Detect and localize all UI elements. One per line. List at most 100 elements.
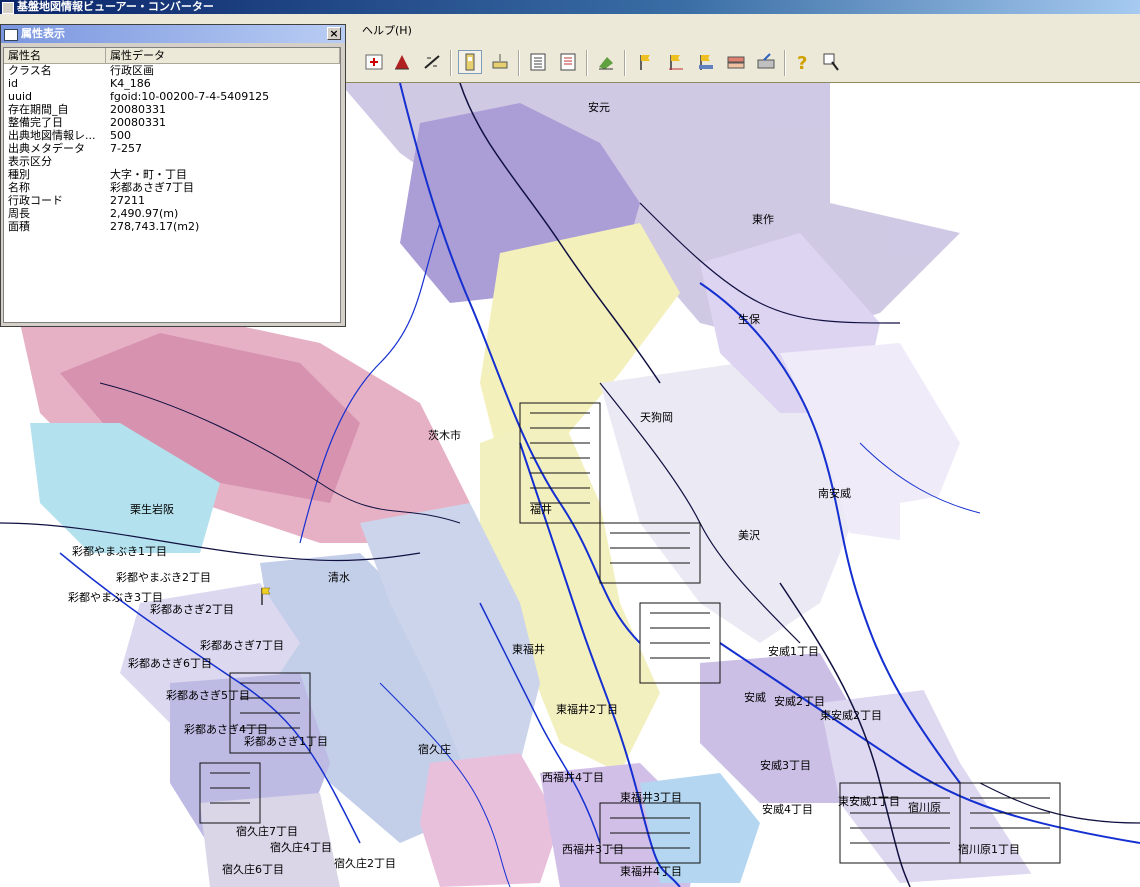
attribute-value: 278,743.17(m2) [110, 220, 200, 233]
map-label: 彩都あさぎ2丁目 [150, 602, 234, 616]
attribute-name: 出典地図情報レ... [8, 129, 96, 142]
map-label: 安威4丁目 [762, 802, 813, 816]
attribute-value: 彩都あさぎ7丁目 [110, 181, 194, 194]
table-row[interactable]: 出典メタデータ 7-257 [4, 142, 340, 155]
map-label: 宿川原 [908, 800, 941, 814]
map-label: 彩都あさぎ7丁目 [200, 638, 284, 652]
attribute-value: K4_186 [110, 77, 151, 90]
map-label: 安元 [588, 100, 610, 114]
menu-help[interactable]: ヘルプ(H) [362, 22, 412, 38]
table-row[interactable]: uuid fgoid:10-00200-7-4-5409125 [4, 90, 340, 103]
table-row[interactable]: クラス名 行政区画 [4, 64, 340, 77]
table-row[interactable]: 行政コード 27211 [4, 194, 340, 207]
attribute-list-header: 属性名 属性データ [4, 48, 340, 64]
map-label: 東福井3丁目 [620, 790, 682, 804]
attribute-value: 7-257 [110, 142, 142, 155]
attribute-name: 出典メタデータ [8, 142, 85, 155]
select-icon[interactable] [362, 50, 386, 74]
attribute-name: id [8, 77, 19, 90]
map-label: 西福井4丁目 [542, 770, 604, 784]
table-row[interactable]: 出典地図情報レ... 500 [4, 129, 340, 142]
table-row[interactable]: 面積 278,743.17(m2) [4, 220, 340, 233]
zoom-box-icon[interactable] [488, 50, 512, 74]
attribute-value: 2,490.97(m) [110, 207, 179, 220]
map-label: 天狗岡 [640, 411, 673, 424]
map-label: 宿川原1丁目 [958, 842, 1020, 856]
map-label: 宿久庄4丁目 [270, 840, 332, 854]
flag-move-icon[interactable] [694, 50, 718, 74]
attribute-panel: 属性表示 × 属性名 属性データ クラス名 行政区画 id K4_186 uuid f… [0, 24, 346, 327]
attribute-value: fgoid:10-00200-7-4-5409125 [110, 90, 270, 103]
map-label: 安威 [744, 690, 766, 704]
add-layer-icon[interactable] [390, 50, 414, 74]
attribute-panel-title: 属性表示 [21, 27, 65, 40]
window-title: 基盤地図情報ビューアー・コンバーター [17, 0, 214, 13]
toolbar-separator [784, 50, 786, 76]
layer-icon[interactable] [724, 50, 748, 74]
svg-text:?: ? [797, 53, 807, 72]
measure-icon[interactable] [420, 50, 444, 74]
map-label: 東安威1丁目 [838, 794, 900, 808]
attribute-value [106, 155, 340, 168]
map-label: 福井 [530, 502, 552, 516]
map-label: 彩都やまぶき2丁目 [116, 571, 211, 584]
attribute-value: 20080331 [110, 116, 166, 129]
table-icon[interactable] [556, 50, 580, 74]
list-icon[interactable] [526, 50, 550, 74]
map-label: 清水 [328, 571, 350, 584]
table-row[interactable]: 種別 大字・町・丁目 [4, 168, 340, 181]
flag-icon[interactable] [634, 50, 658, 74]
attribute-name: 面積 [8, 220, 30, 233]
column-header-name[interactable]: 属性名 [4, 48, 106, 63]
map-label: 東福井 [512, 642, 545, 656]
attribute-value: 行政区画 [110, 64, 154, 77]
map-label: 安威1丁目 [768, 644, 819, 658]
attribute-panel-title-bar[interactable]: 属性表示 × [1, 25, 345, 43]
pan-icon[interactable] [458, 50, 482, 74]
attribute-value: 500 [110, 129, 131, 142]
attribute-list[interactable]: 属性名 属性データ クラス名 行政区画 id K4_186 uuid fgoid:10… [3, 47, 341, 323]
attribute-name: 存在期間_自 [8, 103, 69, 116]
close-button[interactable]: × [327, 27, 341, 40]
attribute-name: 名称 [8, 181, 30, 194]
map-label: 東安威2丁目 [820, 708, 882, 722]
table-row[interactable]: 表示区分 [4, 155, 340, 168]
attribute-name: クラス名 [8, 64, 52, 77]
attribute-name: uuid [8, 90, 32, 103]
attribute-value: 27211 [110, 194, 145, 207]
pointer-help-icon[interactable] [820, 50, 844, 74]
toolbar-separator [518, 50, 520, 76]
table-row[interactable]: 存在期間_自 20080331 [4, 103, 340, 116]
map-label: 安威2丁目 [774, 694, 825, 708]
attribute-name: 行政コード [8, 194, 63, 207]
map-label: 宿久庄6丁目 [222, 862, 284, 876]
table-row[interactable]: id K4_186 [4, 77, 340, 90]
attribute-name: 種別 [8, 168, 30, 181]
attribute-value: 20080331 [110, 103, 166, 116]
map-label: 宿久庄 [418, 742, 451, 756]
table-row[interactable]: 周長 2,490.97(m) [4, 207, 340, 220]
flag-edit-icon[interactable] [664, 50, 688, 74]
map-label: 南安威 [818, 486, 851, 500]
attribute-name: 周長 [8, 207, 30, 220]
column-header-value[interactable]: 属性データ [106, 48, 340, 63]
window-icon [4, 29, 18, 41]
table-row[interactable]: 名称 彩都あさぎ7丁目 [4, 181, 340, 194]
map-label: 彩都あさぎ1丁目 [244, 734, 328, 748]
window-title-bar: 基盤地図情報ビューアー・コンバーター [0, 0, 1140, 14]
help-icon[interactable]: ? [792, 50, 816, 74]
map-label: 彩都やまぶき1丁目 [72, 545, 167, 558]
map-label: 安威3丁目 [760, 758, 811, 772]
map-label: 生保 [738, 312, 760, 326]
table-row[interactable]: 整備完了日 20080331 [4, 116, 340, 129]
map-label: 栗生岩阪 [130, 502, 174, 516]
attribute-value: 大字・町・丁目 [110, 168, 187, 181]
map-label: 彩都あさぎ5丁目 [166, 688, 250, 702]
paint-icon[interactable] [594, 50, 618, 74]
attribute-name: 整備完了日 [8, 116, 63, 129]
map-label: 美沢 [738, 528, 760, 542]
export-icon[interactable] [754, 50, 778, 74]
toolbar-separator [624, 50, 626, 76]
map-label: 西福井3丁目 [562, 842, 624, 856]
map-label: 東福井4丁目 [620, 864, 682, 878]
